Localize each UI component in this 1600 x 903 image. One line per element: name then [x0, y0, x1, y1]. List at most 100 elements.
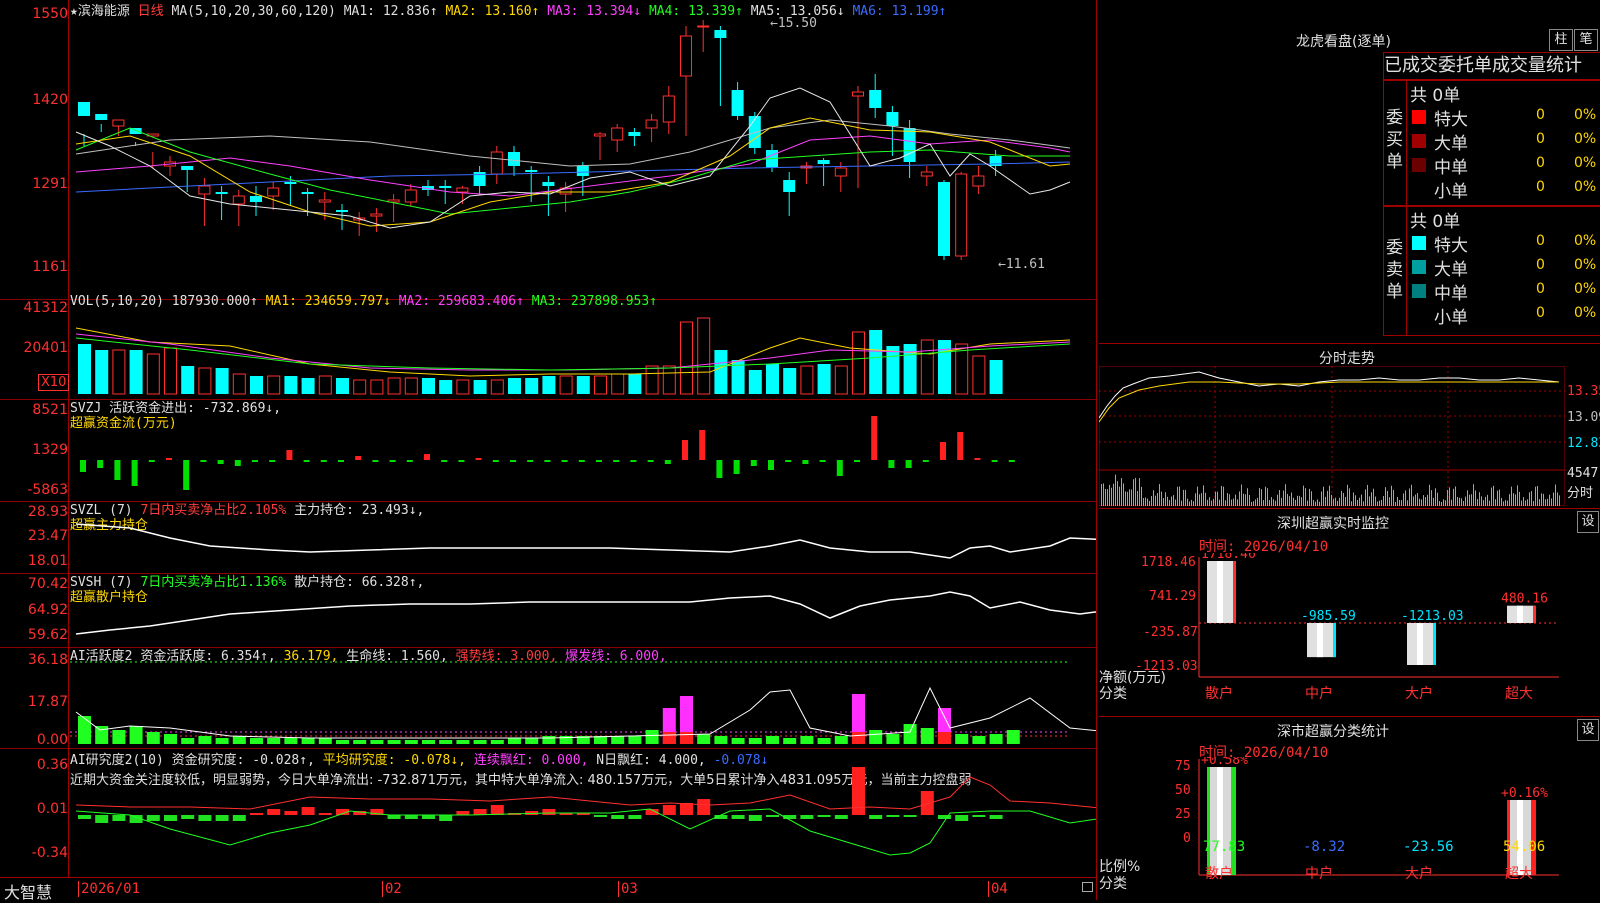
- net-amount-bar-highlight: [1517, 605, 1523, 623]
- intraday-volume-bar: [1261, 489, 1262, 506]
- sz-x-title: 分类: [1099, 686, 1127, 702]
- intraday-volume-bar: [1499, 489, 1500, 506]
- activity-bar: [284, 738, 298, 744]
- volume-pane[interactable]: 41312 20401 X10 VOL(5,10,20) 187930.000↑…: [0, 294, 1097, 400]
- intraday-volume-bar: [1257, 497, 1258, 506]
- ai-research-chart: [75, 767, 1096, 856]
- ai-active-pane[interactable]: 36.18 17.87 0.00 AI活跃度2 资金活跃度: 6.354↑, 3…: [0, 648, 1097, 749]
- activity-bar: [748, 738, 762, 744]
- net-amount-label: -1213.03: [1401, 609, 1464, 624]
- candle-body: [232, 195, 245, 205]
- candle-body: [250, 196, 262, 202]
- intraday-volume-bar: [1421, 499, 1422, 506]
- tick-mode-button[interactable]: 笔: [1574, 29, 1598, 51]
- candlestick-chart[interactable]: ←15.50 ←11.61: [70, 16, 1096, 298]
- research-bar: [267, 809, 281, 815]
- volume-bar: [748, 370, 762, 394]
- intraday-volume-bar: [1425, 497, 1426, 506]
- flow-bar: [148, 460, 155, 462]
- net-amount-bar-highlight: [1317, 623, 1323, 658]
- intraday-volume-bar: [1357, 499, 1358, 506]
- bar-mode-button[interactable]: 柱: [1549, 29, 1573, 51]
- order-percent: 0%: [1574, 179, 1597, 195]
- svzj-pane[interactable]: 8521 1329 -5863 SVZJ 活跃资金进出: -732.869↓, …: [0, 400, 1097, 502]
- intraday-volume-bar: [1149, 500, 1150, 506]
- activity-bar: [215, 738, 229, 744]
- order-count: 0: [1536, 281, 1545, 297]
- vol-ma3: MA3: 237898.953↑: [531, 294, 658, 309]
- ai-research-pane[interactable]: 0.36 0.01 -0.34 AI研究度2(10) 资金研究度: -0.028…: [0, 749, 1097, 877]
- intraday-volume-bar: [1247, 488, 1248, 506]
- sz-monitor-panel[interactable]: 深圳超赢实时监控 设 时间: 2026/04/10 1718.46 -985.59…: [1099, 509, 1600, 717]
- intraday-volume-bar: [1519, 491, 1520, 506]
- intraday-volume-bar: [1427, 494, 1428, 506]
- candle-body: [370, 213, 383, 217]
- activity-bar: [353, 740, 367, 744]
- intraday-volume-bar: [1457, 497, 1458, 506]
- intraday-volume-bar: [1125, 491, 1126, 506]
- svsh-pane[interactable]: 70.42 64.92 59.62 SVSH (7) 7日内买卖净占比1.136…: [0, 574, 1097, 648]
- intraday-volume-bar: [1187, 498, 1188, 506]
- intraday-volume-bar: [1501, 498, 1502, 506]
- candle-body: [594, 133, 606, 137]
- sz-class-settings-button[interactable]: 设: [1577, 719, 1599, 741]
- intraday-volume-bar: [1147, 498, 1148, 506]
- flow-bar: [922, 460, 929, 462]
- intraday-volume-bar: [1531, 491, 1532, 506]
- intraday-panel[interactable]: 分时走势 13.35 13.09 12.83 4547 分时: [1099, 344, 1600, 509]
- order-type-label: 大单: [1434, 260, 1468, 280]
- intraday-volume-bar: [1169, 500, 1170, 506]
- candle-body: [852, 91, 864, 97]
- research-bar: [439, 815, 453, 821]
- intraday-volume-bar: [1391, 485, 1392, 506]
- intraday-volume-bar: [1221, 485, 1222, 506]
- ai-research-tick: -0.34: [31, 845, 68, 861]
- intraday-volume-bar: [1415, 494, 1416, 506]
- activity-bar: [525, 738, 539, 744]
- intraday-volume-bar: [1507, 500, 1508, 506]
- flow-bar: [286, 450, 293, 460]
- intraday-volume-bar: [1105, 489, 1106, 506]
- flow-bar: [647, 460, 654, 462]
- intraday-volume-bar: [1305, 488, 1306, 506]
- intraday-volume-bar: [1399, 499, 1400, 506]
- dragon-panel[interactable]: 龙虎看盘(逐单) 柱 笔 已成交委托单成交量统计 委买单 共 0单 特大 0 0% 大…: [1099, 0, 1600, 344]
- activity-bar: [886, 734, 900, 744]
- volume-bar: [645, 365, 659, 395]
- intraday-volume-bar: [1325, 496, 1326, 506]
- activity-bar: [611, 736, 625, 744]
- volume-bar: [181, 366, 195, 394]
- left-chart-area[interactable]: 1550 1420 1291 1161 ★滨海能源 日线 MA(5,10,20,…: [0, 0, 1097, 902]
- intraday-volume-bar: [1347, 484, 1348, 506]
- svzl-pane[interactable]: 28.93 23.47 18.01 SVZL (7) 7日内买卖净占比2.105…: [0, 502, 1097, 574]
- dragon-tab[interactable]: 已成交委托单成交量统计: [1383, 52, 1600, 80]
- intraday-volume-bar: [1251, 501, 1252, 506]
- price-pane[interactable]: 1550 1420 1291 1161 ★滨海能源 日线 MA(5,10,20,…: [0, 0, 1097, 300]
- flow-bar: [682, 440, 688, 460]
- activity-bar-base: [662, 732, 676, 744]
- intraday-volume-bar: [1345, 496, 1346, 506]
- lock-icon[interactable]: [1082, 882, 1093, 892]
- volume-bar: [508, 378, 521, 394]
- intraday-volume-bar: [1509, 494, 1510, 506]
- volume-bar: [129, 350, 143, 394]
- volume-bar: [215, 368, 229, 394]
- sz-class-panel[interactable]: 深市超赢分类统计 设 时间: 2026/04/10 +0.58% +0.16% 7…: [1099, 717, 1600, 900]
- intraday-tick: 13.09: [1567, 410, 1600, 425]
- volume-bar: [284, 376, 298, 394]
- volume-bar: [198, 367, 212, 395]
- intraday-volume-bar: [1175, 499, 1176, 506]
- intraday-volume-bar: [1477, 499, 1478, 506]
- order-percent: 0%: [1574, 131, 1597, 147]
- intraday-volume-bar: [1551, 498, 1552, 506]
- svsh-tick: 59.62: [27, 627, 68, 643]
- flow-bar: [613, 460, 620, 462]
- research-bar: [232, 815, 246, 821]
- sz-monitor-settings-button[interactable]: 设: [1577, 511, 1599, 533]
- intraday-volume-bar: [1339, 497, 1340, 506]
- svzj-tick: -5863: [27, 482, 68, 498]
- volume-bar: [336, 378, 349, 394]
- intraday-volume-bar: [1281, 497, 1282, 506]
- flow-bar: [561, 460, 568, 462]
- ai-active-tick: 36.18: [27, 652, 68, 668]
